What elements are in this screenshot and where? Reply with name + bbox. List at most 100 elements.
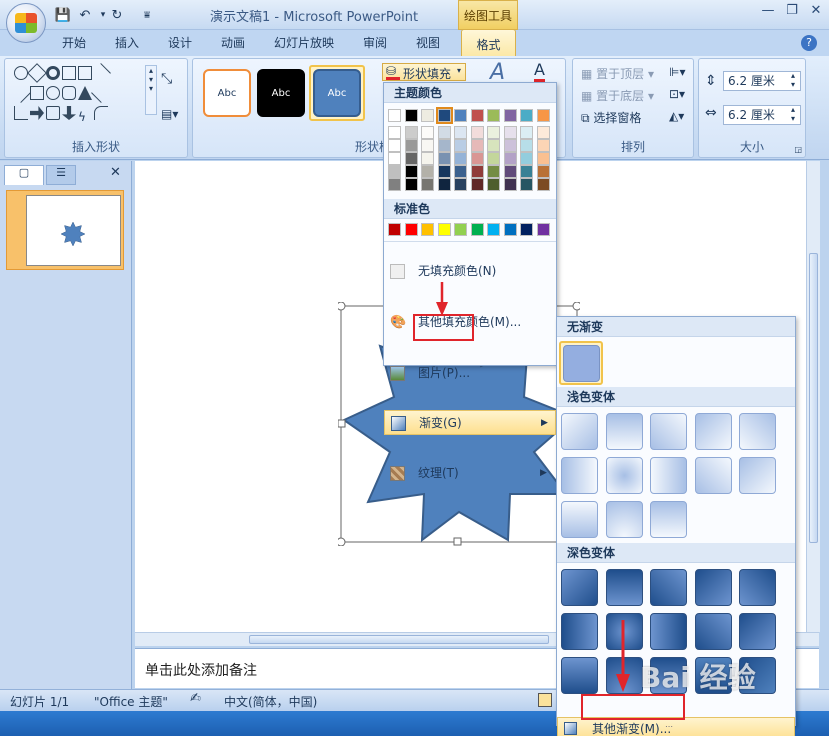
align-icon[interactable]: ⊫▾ [669,65,685,79]
selection-pane-button[interactable]: ⧉ 选择窗格 [581,109,641,126]
theme-color-swatch[interactable] [404,109,418,122]
shape-gallery[interactable]: ϟ [11,63,143,126]
dark-gradient-option[interactable] [739,569,776,606]
tab-format[interactable]: 格式 [461,29,516,57]
shape-circle-icon[interactable] [14,66,28,80]
theme-shade-swatch[interactable] [437,126,451,139]
rotate-icon[interactable]: ◭▾ [669,109,684,123]
theme-shade-swatch[interactable] [388,139,401,152]
shape-arrow-icon[interactable] [30,106,44,120]
horizontal-scroll-thumb[interactable] [249,635,549,644]
text-fill-icon[interactable]: A [534,60,545,82]
textbox-icon[interactable]: ▤▾ [161,107,178,121]
theme-shade-swatch[interactable] [454,165,467,178]
theme-color-swatch[interactable] [487,109,500,122]
standard-color-swatch[interactable] [388,223,401,236]
height-spinner[interactable]: ▴ ▾ [791,71,795,89]
light-gradient-option[interactable] [694,457,732,494]
theme-shade-swatch[interactable] [404,139,418,152]
light-gradient-option[interactable] [561,413,598,450]
standard-color-swatch[interactable] [487,223,500,236]
theme-shade-swatch[interactable] [536,178,550,191]
bring-to-front-button[interactable]: ▦ 置于顶层 ▾ [581,65,654,82]
send-to-back-button[interactable]: ▦ 置于底层 ▾ [581,87,654,104]
standard-color-swatch[interactable] [520,223,533,236]
theme-shade-swatch[interactable] [487,178,500,191]
picture-fill-item[interactable]: 图片(P)... [384,361,556,386]
resize-handle-bottom[interactable] [453,537,462,546]
theme-color-swatch[interactable] [503,109,517,122]
resize-grip-icon[interactable]: ⋯ [665,722,673,731]
dark-gradient-option[interactable] [561,613,598,650]
theme-shade-swatch[interactable] [470,126,484,139]
width-spinner[interactable]: ▴ ▾ [791,105,795,123]
theme-shade-swatch[interactable] [454,152,467,165]
shape-ring-icon[interactable] [46,66,60,80]
light-gradient-option[interactable] [605,501,643,538]
close-pane-icon[interactable]: ✕ [110,165,121,180]
theme-shade-swatch[interactable] [437,139,451,152]
theme-shade-swatch[interactable] [470,152,484,165]
standard-color-swatch[interactable] [437,223,451,236]
theme-shade-swatch[interactable] [421,165,434,178]
theme-color-swatch[interactable] [454,109,467,122]
light-gradient-option[interactable] [561,501,598,538]
theme-shade-swatch[interactable] [520,178,533,191]
theme-shade-swatch[interactable] [487,152,500,165]
slide-thumbnail-frame[interactable] [6,190,124,270]
slides-tab[interactable]: ▢ [4,165,44,185]
light-gradient-option[interactable] [650,413,687,450]
dark-gradient-option[interactable] [561,569,598,606]
undo-icon[interactable]: ↶ [76,6,94,24]
theme-shade-swatch[interactable] [454,178,467,191]
tab-review[interactable]: 审阅 [363,34,387,51]
theme-shade-swatch[interactable] [454,139,467,152]
shape-triangle-icon[interactable] [78,86,92,100]
theme-shade-swatch[interactable] [470,178,484,191]
minimize-icon[interactable]: — [756,3,780,21]
light-gradient-option[interactable] [561,457,598,494]
theme-shade-swatch[interactable] [421,139,434,152]
theme-shade-swatch[interactable] [536,139,550,152]
standard-color-swatch[interactable] [503,223,517,236]
shape-star-icon[interactable] [27,63,47,83]
theme-shade-swatch[interactable] [520,165,533,178]
gradient-item[interactable]: 渐变(G) ▶ [384,410,556,435]
shape-gallery-scroll[interactable]: ▴ ▾ ▾ [145,65,157,115]
help-icon[interactable]: ? [801,35,817,51]
shape-oval-icon[interactable] [46,86,60,100]
office-button[interactable] [6,3,46,43]
style-option-white[interactable]: Abc [203,69,251,117]
shape-down-arrow-icon[interactable] [62,106,76,120]
theme-shade-swatch[interactable] [404,165,418,178]
redo-icon[interactable]: ↻ [108,6,126,24]
theme-shade-swatch[interactable] [388,165,401,178]
dark-gradient-option[interactable] [650,613,687,650]
shape-textbox-icon[interactable] [62,66,76,80]
theme-shade-swatch[interactable] [487,126,500,139]
theme-shade-swatch[interactable] [536,165,550,178]
theme-shade-swatch[interactable] [503,139,517,152]
edit-shape-icon[interactable]: ⤡ [161,71,172,87]
vertical-scroll-thumb[interactable] [809,253,818,543]
close-icon[interactable]: ✕ [804,3,828,21]
theme-shade-swatch[interactable] [421,126,434,139]
dark-gradient-option[interactable] [561,657,598,694]
theme-shade-swatch[interactable] [487,165,500,178]
theme-shade-swatch[interactable] [404,126,418,139]
style-option-blue[interactable]: Abc [313,69,361,117]
shape-elbow-icon[interactable] [14,106,28,120]
theme-shade-swatch[interactable] [454,126,467,139]
shape-arc-icon[interactable] [94,106,108,120]
theme-shade-swatch[interactable] [404,152,418,165]
shape-fill-button[interactable]: ⛁ 形状填充 ▾ [382,63,466,81]
light-gradient-option[interactable] [605,413,643,450]
theme-color-swatch[interactable] [470,109,484,122]
language[interactable]: 中文(简体，中国) [224,693,317,710]
standard-color-swatch[interactable] [470,223,484,236]
theme-shade-swatch[interactable] [503,165,517,178]
theme-color-swatch[interactable] [536,109,550,122]
width-input[interactable]: 6.2 厘米 [723,105,801,125]
dark-gradient-option[interactable] [739,613,776,650]
theme-shade-swatch[interactable] [470,165,484,178]
